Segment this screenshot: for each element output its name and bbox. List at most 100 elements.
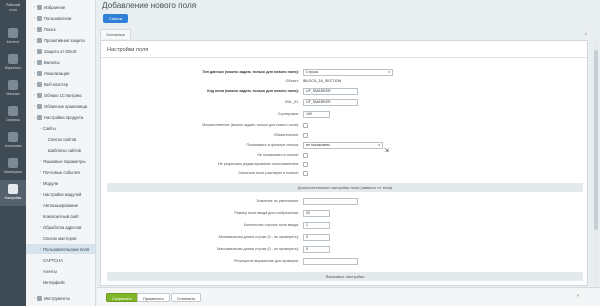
menu-item[interactable]: · Автокэширование xyxy=(26,200,95,210)
menu-item-user-fields[interactable]: › Пользовательские поля xyxy=(26,244,95,254)
rows-input[interactable]: 1 xyxy=(303,222,330,229)
rail-item-marketplace[interactable]: Marketplace xyxy=(0,154,26,180)
page-title: Добавление нового поля xyxy=(102,1,197,10)
menu-item[interactable]: › Облако 1С-Битрикс xyxy=(26,90,95,100)
rail-item-services[interactable]: Сервисы xyxy=(0,102,26,128)
menu-item[interactable]: · Шаблоны сайтов xyxy=(26,145,95,155)
min-length-input[interactable]: 0 xyxy=(303,234,330,241)
scrollbar[interactable] xyxy=(594,40,598,286)
field-row-default: Значение по умолчанию: xyxy=(101,198,587,206)
rail-item-settings[interactable]: Настройки xyxy=(0,180,26,206)
field-row-search: Значения поля участвуют в поиске: xyxy=(101,170,587,178)
hide-list-checkbox[interactable] xyxy=(303,153,308,158)
extra-settings-header: Дополнительные настройки поля (зависят о… xyxy=(107,183,583,192)
sort-input[interactable]: 100 xyxy=(303,111,330,118)
menu-item[interactable]: › Избранное xyxy=(26,2,95,12)
menu-item[interactable]: · Список мастеров xyxy=(26,233,95,243)
menu-item[interactable]: · Список сайтов xyxy=(26,134,95,144)
star-icon[interactable]: ☆ xyxy=(193,2,198,9)
field-row-multiple: Множественное (можно задать только для н… xyxy=(101,122,587,130)
star-icon xyxy=(37,4,42,10)
field-row-sort: Сортировка: 100 xyxy=(101,111,587,119)
tools-icon xyxy=(37,295,42,301)
size-input[interactable]: 20 xyxy=(303,210,330,217)
menu-item[interactable]: · Композитный сайт xyxy=(26,211,95,221)
field-row-hide-list: Не показывать в списке: xyxy=(101,152,587,160)
xml-id-input[interactable]: UF_SMARKER xyxy=(303,99,358,106)
shield-icon xyxy=(37,37,42,43)
desktop-link[interactable]: Рабочий стол xyxy=(2,3,24,19)
apply-button[interactable]: Применить xyxy=(137,293,170,302)
default-value-input[interactable] xyxy=(303,198,358,205)
field-row-min: Минимальная длина строки (0 - не проверя… xyxy=(101,234,587,242)
field-row-rows: Количество строчек поля ввода: 1 xyxy=(101,222,587,230)
tab-main[interactable]: Основные xyxy=(100,29,131,39)
no-edit-checkbox[interactable] xyxy=(303,162,308,167)
menu-item[interactable]: › Обработка адресов xyxy=(26,222,95,232)
regex-input[interactable] xyxy=(303,258,358,265)
rail-item-content[interactable]: Контент xyxy=(0,24,26,50)
users-icon xyxy=(37,15,42,21)
search-icon xyxy=(37,26,42,32)
currency-icon xyxy=(37,59,42,65)
multiple-checkbox[interactable] xyxy=(303,123,308,128)
lang-settings-header: Языковые настройки xyxy=(107,272,583,281)
menu-item[interactable]: · Интерфейс xyxy=(26,277,95,287)
marketing-icon xyxy=(8,54,18,64)
chevron-down-icon: ▾ xyxy=(388,70,390,74)
menu-item[interactable]: › Языковые параметры xyxy=(26,156,95,166)
marketplace-icon xyxy=(8,158,18,168)
field-code-input[interactable]: UF_SMARKER xyxy=(303,88,358,95)
services-icon xyxy=(8,106,18,116)
menu-item[interactable]: › Почтовые события xyxy=(26,167,95,177)
search-checkbox[interactable] xyxy=(303,171,308,176)
field-row-object: Объект: IBLOCK_16_SECTION xyxy=(285,79,342,83)
menu-item[interactable]: › Локализация xyxy=(26,68,95,78)
save-button[interactable]: Сохранить xyxy=(106,293,138,302)
field-row-size: Размер поля ввода для отображения: 20 xyxy=(101,210,587,218)
rail-item-store[interactable]: Магазин xyxy=(0,76,26,102)
cluster-icon xyxy=(37,81,42,87)
menu-item[interactable]: › Модули xyxy=(26,178,95,188)
main-area: Добавление нового поля ☆ Список Основные… xyxy=(97,0,600,306)
menu-item[interactable]: › Инструменты xyxy=(26,293,95,303)
ddos-icon xyxy=(37,48,42,54)
gear-icon xyxy=(37,114,42,120)
max-length-input[interactable]: 0 xyxy=(303,246,330,253)
cancel-button[interactable]: Отменить xyxy=(171,293,202,302)
scrollbar-thumb[interactable] xyxy=(594,50,598,230)
field-row-data-type: Тип данных (можно задать только для ново… xyxy=(101,69,587,77)
menu-item[interactable]: › Пользователи xyxy=(26,13,95,23)
panel-title: Настройки поля xyxy=(107,47,149,53)
menu-item[interactable]: › Валюты xyxy=(26,57,95,67)
field-row-regex: Регулярное выражение для проверки: xyxy=(101,258,587,266)
chevron-down-icon: ▾ xyxy=(378,143,380,147)
filter-select[interactable]: не показывать ▾ xyxy=(303,142,383,149)
rail-item-marketing[interactable]: Маркетинг xyxy=(0,50,26,76)
list-button[interactable]: Список xyxy=(103,14,129,23)
menu-item[interactable]: › Настройки модулей xyxy=(26,189,95,199)
side-menu: › Избранное › Пользователи › Поиск › Проакти… xyxy=(26,0,96,306)
left-rail: Рабочий стол Контент Маркетинг Магазин С… xyxy=(0,0,26,306)
menu-item[interactable]: › Проактивная защита xyxy=(26,35,95,45)
field-row-xml-id: XML_ID: UF_SMARKER xyxy=(101,99,587,107)
mouse-cursor-icon: ⇲ xyxy=(384,148,390,154)
field-row-required: Обязательное: xyxy=(101,132,587,140)
menu-item[interactable]: › Облачные хранилища xyxy=(26,101,95,111)
data-type-select[interactable]: Строка ▾ xyxy=(303,69,393,76)
required-checkbox[interactable] xyxy=(303,133,308,138)
rail-item-analytics[interactable]: Аналитика xyxy=(0,128,26,154)
menu-item[interactable]: › Веб-кластер xyxy=(26,79,95,89)
pin-icon[interactable]: ⇣ xyxy=(584,31,588,37)
menu-item[interactable]: ⌄ Сайты xyxy=(26,123,95,133)
field-row-code: Код поля (можно задать только для нового… xyxy=(101,88,587,96)
menu-item[interactable]: ⌄ Настройки продукта xyxy=(26,112,95,122)
menu-item[interactable]: · Агенты xyxy=(26,266,95,276)
arrow-up-icon[interactable]: ⇡ xyxy=(576,294,580,300)
settings-panel: Настройки поля Тип данных (можно задать … xyxy=(100,40,588,286)
globe-icon xyxy=(37,70,42,76)
field-row-max: Максимальная длина строки (0 - не провер… xyxy=(101,246,587,254)
menu-item[interactable]: › Защита от DDoS xyxy=(26,46,95,56)
menu-item[interactable]: · CAPTCHA xyxy=(26,255,95,265)
menu-item[interactable]: › Поиск xyxy=(26,24,95,34)
